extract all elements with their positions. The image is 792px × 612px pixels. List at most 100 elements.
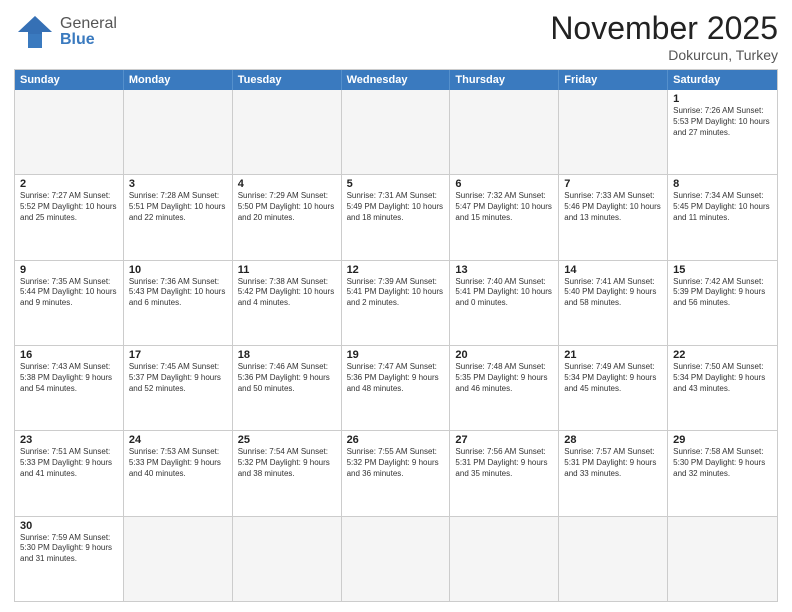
logo-general-text: General [60, 16, 117, 32]
calendar-cell-2-1: 10Sunrise: 7:36 AM Sunset: 5:43 PM Dayli… [124, 261, 233, 345]
cell-info: Sunrise: 7:54 AM Sunset: 5:32 PM Dayligh… [238, 447, 336, 479]
day-number: 30 [20, 520, 118, 532]
cell-info: Sunrise: 7:59 AM Sunset: 5:30 PM Dayligh… [20, 533, 118, 565]
calendar-cell-4-3: 26Sunrise: 7:55 AM Sunset: 5:32 PM Dayli… [342, 431, 451, 515]
day-number: 6 [455, 178, 553, 190]
day-number: 17 [129, 349, 227, 361]
header: General Blue November 2025 Dokurcun, Tur… [14, 10, 778, 63]
cell-info: Sunrise: 7:34 AM Sunset: 5:45 PM Dayligh… [673, 191, 772, 223]
calendar-cell-0-2 [233, 90, 342, 174]
day-number: 12 [347, 264, 445, 276]
cell-info: Sunrise: 7:55 AM Sunset: 5:32 PM Dayligh… [347, 447, 445, 479]
calendar-cell-2-4: 13Sunrise: 7:40 AM Sunset: 5:41 PM Dayli… [450, 261, 559, 345]
calendar-row-2: 9Sunrise: 7:35 AM Sunset: 5:44 PM Daylig… [15, 261, 777, 346]
day-number: 7 [564, 178, 662, 190]
day-number: 24 [129, 434, 227, 446]
header-friday: Friday [559, 70, 668, 90]
day-number: 2 [20, 178, 118, 190]
calendar-subtitle: Dokurcun, Turkey [550, 47, 778, 63]
calendar-cell-0-1 [124, 90, 233, 174]
calendar-cell-4-4: 27Sunrise: 7:56 AM Sunset: 5:31 PM Dayli… [450, 431, 559, 515]
calendar: Sunday Monday Tuesday Wednesday Thursday… [14, 69, 778, 602]
cell-info: Sunrise: 7:58 AM Sunset: 5:30 PM Dayligh… [673, 447, 772, 479]
cell-info: Sunrise: 7:36 AM Sunset: 5:43 PM Dayligh… [129, 277, 227, 309]
day-number: 21 [564, 349, 662, 361]
calendar-cell-1-4: 6Sunrise: 7:32 AM Sunset: 5:47 PM Daylig… [450, 175, 559, 259]
header-saturday: Saturday [668, 70, 777, 90]
calendar-cell-3-5: 21Sunrise: 7:49 AM Sunset: 5:34 PM Dayli… [559, 346, 668, 430]
calendar-cell-5-4 [450, 517, 559, 601]
day-number: 1 [673, 93, 772, 105]
calendar-cell-3-1: 17Sunrise: 7:45 AM Sunset: 5:37 PM Dayli… [124, 346, 233, 430]
page: General Blue November 2025 Dokurcun, Tur… [0, 0, 792, 612]
calendar-cell-2-0: 9Sunrise: 7:35 AM Sunset: 5:44 PM Daylig… [15, 261, 124, 345]
cell-info: Sunrise: 7:38 AM Sunset: 5:42 PM Dayligh… [238, 277, 336, 309]
calendar-row-0: 1Sunrise: 7:26 AM Sunset: 5:53 PM Daylig… [15, 90, 777, 175]
day-number: 15 [673, 264, 772, 276]
cell-info: Sunrise: 7:32 AM Sunset: 5:47 PM Dayligh… [455, 191, 553, 223]
calendar-row-4: 23Sunrise: 7:51 AM Sunset: 5:33 PM Dayli… [15, 431, 777, 516]
calendar-cell-2-2: 11Sunrise: 7:38 AM Sunset: 5:42 PM Dayli… [233, 261, 342, 345]
day-number: 13 [455, 264, 553, 276]
day-number: 3 [129, 178, 227, 190]
cell-info: Sunrise: 7:35 AM Sunset: 5:44 PM Dayligh… [20, 277, 118, 309]
logo-icon [14, 14, 56, 50]
calendar-cell-5-1 [124, 517, 233, 601]
calendar-cell-5-5 [559, 517, 668, 601]
cell-info: Sunrise: 7:27 AM Sunset: 5:52 PM Dayligh… [20, 191, 118, 223]
logo-blue-text: Blue [60, 32, 117, 48]
day-number: 8 [673, 178, 772, 190]
cell-info: Sunrise: 7:33 AM Sunset: 5:46 PM Dayligh… [564, 191, 662, 223]
header-sunday: Sunday [15, 70, 124, 90]
day-number: 4 [238, 178, 336, 190]
cell-info: Sunrise: 7:41 AM Sunset: 5:40 PM Dayligh… [564, 277, 662, 309]
cell-info: Sunrise: 7:53 AM Sunset: 5:33 PM Dayligh… [129, 447, 227, 479]
day-number: 28 [564, 434, 662, 446]
day-number: 9 [20, 264, 118, 276]
day-number: 23 [20, 434, 118, 446]
calendar-cell-3-4: 20Sunrise: 7:48 AM Sunset: 5:35 PM Dayli… [450, 346, 559, 430]
day-number: 5 [347, 178, 445, 190]
calendar-cell-5-0: 30Sunrise: 7:59 AM Sunset: 5:30 PM Dayli… [15, 517, 124, 601]
calendar-cell-4-5: 28Sunrise: 7:57 AM Sunset: 5:31 PM Dayli… [559, 431, 668, 515]
calendar-cell-5-3 [342, 517, 451, 601]
calendar-row-3: 16Sunrise: 7:43 AM Sunset: 5:38 PM Dayli… [15, 346, 777, 431]
calendar-cell-2-3: 12Sunrise: 7:39 AM Sunset: 5:41 PM Dayli… [342, 261, 451, 345]
calendar-cell-1-0: 2Sunrise: 7:27 AM Sunset: 5:52 PM Daylig… [15, 175, 124, 259]
day-number: 14 [564, 264, 662, 276]
cell-info: Sunrise: 7:31 AM Sunset: 5:49 PM Dayligh… [347, 191, 445, 223]
calendar-cell-2-5: 14Sunrise: 7:41 AM Sunset: 5:40 PM Dayli… [559, 261, 668, 345]
cell-info: Sunrise: 7:49 AM Sunset: 5:34 PM Dayligh… [564, 362, 662, 394]
day-number: 25 [238, 434, 336, 446]
calendar-cell-4-2: 25Sunrise: 7:54 AM Sunset: 5:32 PM Dayli… [233, 431, 342, 515]
day-number: 19 [347, 349, 445, 361]
cell-info: Sunrise: 7:45 AM Sunset: 5:37 PM Dayligh… [129, 362, 227, 394]
calendar-cell-1-3: 5Sunrise: 7:31 AM Sunset: 5:49 PM Daylig… [342, 175, 451, 259]
cell-info: Sunrise: 7:47 AM Sunset: 5:36 PM Dayligh… [347, 362, 445, 394]
calendar-cell-0-3 [342, 90, 451, 174]
calendar-cell-1-1: 3Sunrise: 7:28 AM Sunset: 5:51 PM Daylig… [124, 175, 233, 259]
day-number: 20 [455, 349, 553, 361]
cell-info: Sunrise: 7:51 AM Sunset: 5:33 PM Dayligh… [20, 447, 118, 479]
calendar-cell-1-6: 8Sunrise: 7:34 AM Sunset: 5:45 PM Daylig… [668, 175, 777, 259]
header-tuesday: Tuesday [233, 70, 342, 90]
calendar-cell-0-6: 1Sunrise: 7:26 AM Sunset: 5:53 PM Daylig… [668, 90, 777, 174]
cell-info: Sunrise: 7:57 AM Sunset: 5:31 PM Dayligh… [564, 447, 662, 479]
calendar-cell-3-2: 18Sunrise: 7:46 AM Sunset: 5:36 PM Dayli… [233, 346, 342, 430]
cell-info: Sunrise: 7:56 AM Sunset: 5:31 PM Dayligh… [455, 447, 553, 479]
day-number: 10 [129, 264, 227, 276]
header-monday: Monday [124, 70, 233, 90]
header-thursday: Thursday [450, 70, 559, 90]
calendar-cell-2-6: 15Sunrise: 7:42 AM Sunset: 5:39 PM Dayli… [668, 261, 777, 345]
cell-info: Sunrise: 7:50 AM Sunset: 5:34 PM Dayligh… [673, 362, 772, 394]
calendar-row-1: 2Sunrise: 7:27 AM Sunset: 5:52 PM Daylig… [15, 175, 777, 260]
calendar-header-row: Sunday Monday Tuesday Wednesday Thursday… [15, 70, 777, 90]
calendar-cell-5-6 [668, 517, 777, 601]
cell-info: Sunrise: 7:26 AM Sunset: 5:53 PM Dayligh… [673, 106, 772, 138]
cell-info: Sunrise: 7:39 AM Sunset: 5:41 PM Dayligh… [347, 277, 445, 309]
title-section: November 2025 Dokurcun, Turkey [550, 10, 778, 63]
calendar-cell-3-3: 19Sunrise: 7:47 AM Sunset: 5:36 PM Dayli… [342, 346, 451, 430]
day-number: 26 [347, 434, 445, 446]
cell-info: Sunrise: 7:48 AM Sunset: 5:35 PM Dayligh… [455, 362, 553, 394]
calendar-body: 1Sunrise: 7:26 AM Sunset: 5:53 PM Daylig… [15, 90, 777, 601]
